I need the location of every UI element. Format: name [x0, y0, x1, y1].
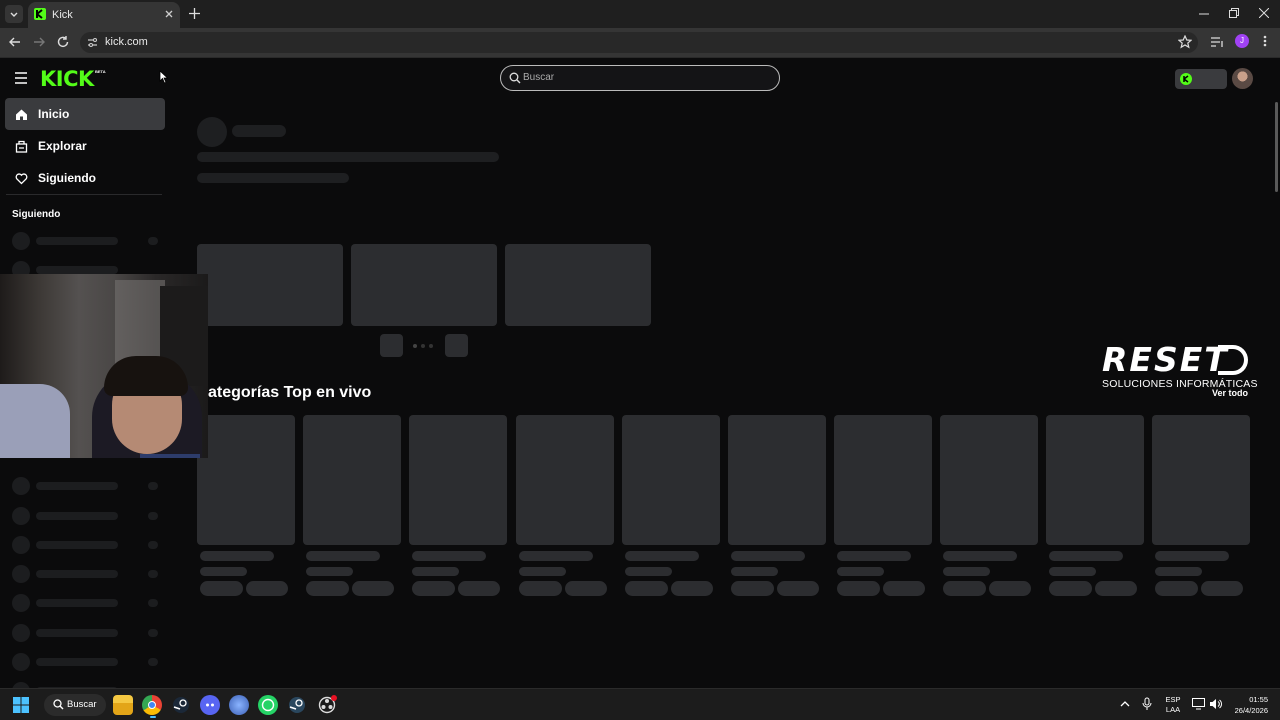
- language-code: ESP: [1165, 695, 1181, 704]
- reset-watermark-logo: RESET: [1102, 340, 1229, 379]
- chrome-icon[interactable]: [142, 695, 162, 715]
- category-card[interactable]: [1046, 415, 1144, 545]
- close-window-icon[interactable]: [1259, 8, 1269, 18]
- category-card[interactable]: [516, 415, 614, 545]
- site-info-icon[interactable]: [86, 36, 99, 49]
- sidebar-item-explorar[interactable]: Explorar: [5, 130, 165, 162]
- browser-toolbar: kick.com J: [0, 28, 1280, 58]
- display-icon[interactable]: [1192, 698, 1205, 710]
- categories-title: ategorías Top en vivo: [208, 384, 372, 401]
- carousel-dot[interactable]: [421, 344, 425, 348]
- kick-page: KICK BETA Buscar Inicio Explorar Siguien…: [0, 58, 1280, 688]
- category-card[interactable]: [728, 415, 826, 545]
- forward-icon[interactable]: [32, 35, 46, 49]
- browser-tab-bar: Kick: [0, 0, 1280, 28]
- search-placeholder: Buscar: [523, 72, 555, 83]
- tab-title: Kick: [52, 9, 73, 21]
- category-card[interactable]: [940, 415, 1038, 545]
- address-bar[interactable]: kick.com: [80, 32, 1198, 53]
- chevron-down-icon: [10, 12, 18, 17]
- category-card[interactable]: [834, 415, 932, 545]
- clock-date: 26/4/2026: [1234, 706, 1268, 715]
- close-icon[interactable]: [163, 8, 175, 20]
- carousel-prev-button[interactable]: [380, 334, 403, 357]
- featured-avatar-skeleton: [197, 117, 227, 147]
- webcam-overlay: [0, 274, 208, 458]
- category-card[interactable]: [409, 415, 507, 545]
- taskbar-search[interactable]: Buscar: [44, 694, 106, 716]
- sidebar-item-label: Siguiendo: [38, 171, 96, 185]
- heart-icon: [15, 172, 28, 184]
- url-text: kick.com: [105, 36, 148, 48]
- chrome-active-indicator: [150, 716, 156, 718]
- keyboard-layout: LAA: [1165, 705, 1181, 714]
- bookmark-star-icon[interactable]: [1178, 35, 1192, 49]
- new-tab-icon[interactable]: [188, 7, 201, 20]
- mouse-cursor-icon: [159, 70, 169, 84]
- minimize-icon[interactable]: [1199, 9, 1209, 19]
- search-input[interactable]: Buscar: [500, 65, 780, 91]
- kick-favicon-icon: [34, 8, 46, 20]
- back-icon[interactable]: [8, 35, 22, 49]
- carousel-card[interactable]: [505, 244, 651, 326]
- obs-icon[interactable]: [317, 695, 337, 715]
- volume-icon[interactable]: [1209, 698, 1222, 710]
- beta-badge: BETA: [95, 69, 106, 74]
- search-icon: [509, 72, 521, 84]
- category-card[interactable]: [303, 415, 401, 545]
- search-icon: [53, 699, 64, 710]
- kick-logo[interactable]: KICK: [40, 67, 94, 91]
- user-avatar[interactable]: [1232, 68, 1253, 89]
- restore-icon[interactable]: [1229, 8, 1239, 18]
- sidebar-item-label: Inicio: [38, 107, 70, 121]
- featured-name-skeleton: [232, 125, 286, 137]
- discord-icon[interactable]: [200, 695, 220, 715]
- steam-secondary-icon[interactable]: [287, 695, 307, 715]
- app-globe-icon[interactable]: [229, 695, 249, 715]
- system-clock[interactable]: 01:55 26/4/2026: [1228, 694, 1268, 716]
- reset-logo-d-shape: [1218, 345, 1248, 375]
- tab-kick[interactable]: Kick: [28, 2, 180, 28]
- carousel-dot[interactable]: [429, 344, 433, 348]
- kick-points-button[interactable]: [1175, 69, 1227, 89]
- sidebar-item-siguiendo[interactable]: Siguiendo: [5, 162, 165, 194]
- clock-time: 01:55: [1249, 695, 1268, 704]
- featured-title-skeleton: [197, 152, 499, 162]
- windows-taskbar: Buscar ESP LAA 01:55 26/4/2026: [0, 688, 1280, 720]
- explore-icon: [15, 140, 28, 153]
- category-card[interactable]: [622, 415, 720, 545]
- carousel-card[interactable]: [351, 244, 497, 326]
- sidebar-item-inicio[interactable]: Inicio: [5, 98, 165, 130]
- taskbar-search-label: Buscar: [67, 699, 97, 710]
- tab-search-button[interactable]: [5, 5, 23, 23]
- home-icon: [16, 109, 27, 120]
- language-indicator[interactable]: ESP LAA: [1163, 695, 1183, 715]
- steam-icon[interactable]: [171, 695, 191, 715]
- sidebar-item-label: Explorar: [38, 139, 87, 153]
- microphone-icon[interactable]: [1142, 697, 1152, 711]
- media-control-icon[interactable]: [1210, 35, 1224, 49]
- windows-start-icon[interactable]: [13, 697, 29, 713]
- featured-meta-skeleton: [197, 173, 349, 183]
- whatsapp-icon[interactable]: [258, 695, 278, 715]
- reload-icon[interactable]: [56, 35, 70, 49]
- kick-coin-icon: [1180, 73, 1192, 85]
- carousel-card[interactable]: [197, 244, 343, 326]
- tray-chevron-up-icon[interactable]: [1120, 699, 1130, 709]
- following-heading: Siguiendo: [12, 209, 61, 220]
- carousel-next-button[interactable]: [445, 334, 468, 357]
- category-card[interactable]: [1152, 415, 1250, 545]
- reset-tagline: SOLUCIONES INFORMÁTICAS: [1102, 378, 1258, 390]
- sidebar-divider: [6, 194, 162, 195]
- hamburger-menu-icon[interactable]: [14, 72, 28, 84]
- file-explorer-icon[interactable]: [113, 695, 133, 715]
- page-scrollbar[interactable]: [1275, 102, 1278, 192]
- kebab-menu-icon[interactable]: [1260, 34, 1270, 48]
- category-card[interactable]: [197, 415, 295, 545]
- profile-avatar[interactable]: J: [1235, 34, 1249, 48]
- carousel-dot[interactable]: [413, 344, 417, 348]
